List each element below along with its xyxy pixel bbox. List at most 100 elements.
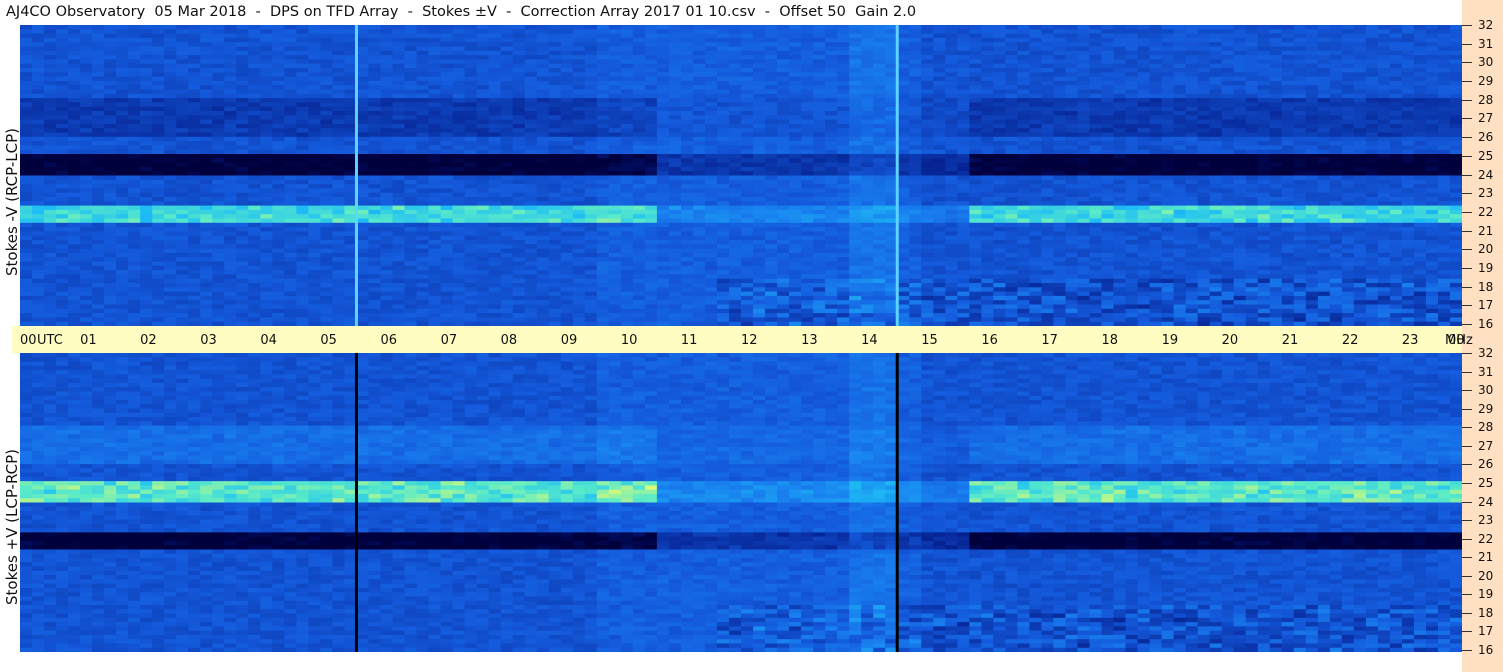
spectrogram-cell [1317,80,1331,86]
spectrogram-cell [188,158,201,164]
spectrogram-cell [741,63,754,69]
spectrogram-cell [1005,175,1018,181]
spectrogram-cell [44,115,57,121]
spectrogram-cell [981,72,994,78]
spectrogram-cell [1281,37,1295,43]
spectrogram-cell [44,166,57,172]
spectrogram-cell [512,29,526,35]
spectrogram-cell [1377,76,1391,82]
spectrogram-cell [272,55,285,60]
spectrogram-cell [1233,115,1247,121]
spectrogram-cell [1437,179,1451,185]
spectrogram-cell [849,85,862,91]
spectrogram-cell [608,93,622,99]
spectrogram-cell [909,50,922,56]
spectrogram-cell [632,179,646,185]
spectrogram-cell [44,93,57,99]
spectrogram-cell [584,136,598,142]
spectrogram-cell [1449,184,1462,189]
spectrogram-cell [1437,111,1451,116]
spectrogram-cell [1305,162,1319,168]
spectrogram-cell [632,63,646,69]
spectrogram-cell [1041,154,1055,159]
spectrogram-cell [92,111,105,116]
spectrogram-cell [332,42,346,48]
spectrogram-cell [969,29,982,35]
spectrogram-cell [296,89,309,95]
spectrogram-cell [825,106,838,112]
spectrogram-cell [969,63,982,69]
spectrogram-cell [1329,192,1343,198]
spectrogram-cell [1209,149,1223,155]
spectrogram-cell [897,89,910,95]
spectrogram-cell [308,29,322,35]
spectrogram-cell [1305,93,1319,99]
spectrogram-cell [356,132,370,138]
spectrogram-cell [572,72,586,78]
spectrogram-cell [44,98,57,103]
spectrogram-cell [572,162,586,168]
spectrogram-cell [1065,158,1079,164]
spectrogram-cell [284,46,297,52]
spectrogram-cell [873,141,886,146]
spectrogram-cell [1281,145,1295,151]
spectrogram-cell [981,188,994,194]
spectrogram-cell [789,179,802,185]
spectrogram-cell [801,115,814,121]
spectrogram-cell [440,111,454,116]
spectrogram-cell [1101,188,1115,194]
spectrogram-cell [1257,72,1271,78]
spectrogram-cell [981,50,994,56]
spectrogram-cell [32,93,45,99]
spectrogram-cell [188,197,201,202]
spectrogram-cell [1413,42,1427,48]
spectrogram-cell [1017,80,1030,86]
spectrogram-cell [837,37,850,43]
spectrogram-cell [1221,46,1235,52]
spectrogram-cell [873,80,886,86]
spectrogram-cell [969,89,982,95]
spectrogram-cell [512,192,526,198]
spectrogram-cell [1449,42,1462,48]
spectrogram-cell [1377,85,1391,91]
spectrogram-cell [1029,63,1043,69]
spectrogram-cell [1137,93,1151,99]
spectrogram-cell [692,115,706,121]
spectrogram-cell [44,179,57,185]
spectrogram-cell [332,55,346,60]
spectrogram-cell [969,171,982,177]
spectrogram-cell [464,42,478,48]
spectrogram-cell [1077,171,1091,177]
spectrogram-cell [716,42,730,48]
spectrogram-cell [801,93,814,99]
spectrogram-cell [116,166,129,172]
spectrogram-cell [476,102,490,108]
spectrogram-cell [260,149,273,155]
spectrogram-cell [1089,145,1103,151]
spectrogram-cell [476,33,490,39]
spectrogram-cell [1053,188,1067,194]
spectrogram-cell [1209,192,1223,198]
spectrogram-cell [1437,76,1451,82]
spectrogram-cell [152,68,165,73]
spectrogram-cell [1401,119,1415,125]
spectrogram-cell [1065,63,1079,69]
spectrogram-cell [656,55,670,60]
spectrogram-cell [945,50,958,56]
spectrogram-cell [1185,123,1199,129]
spectrogram-cell [404,136,418,142]
spectrogram-cell [1341,128,1355,134]
spectrogram-cell [272,175,285,181]
spectrogram-cell [500,158,514,164]
spectrogram-cell [704,33,718,39]
spectrogram-cell [933,162,946,168]
spectrogram-cell [536,102,550,108]
spectrogram-cell [1089,197,1103,202]
spectrogram-cell [957,154,970,159]
spectrogram-cell [548,158,562,164]
spectrogram-cell [644,80,658,86]
spectrogram-cell [92,162,105,168]
spectrogram-cell [1377,33,1391,39]
spectrogram-cell [1269,197,1283,202]
spectrogram-cell [1365,72,1379,78]
